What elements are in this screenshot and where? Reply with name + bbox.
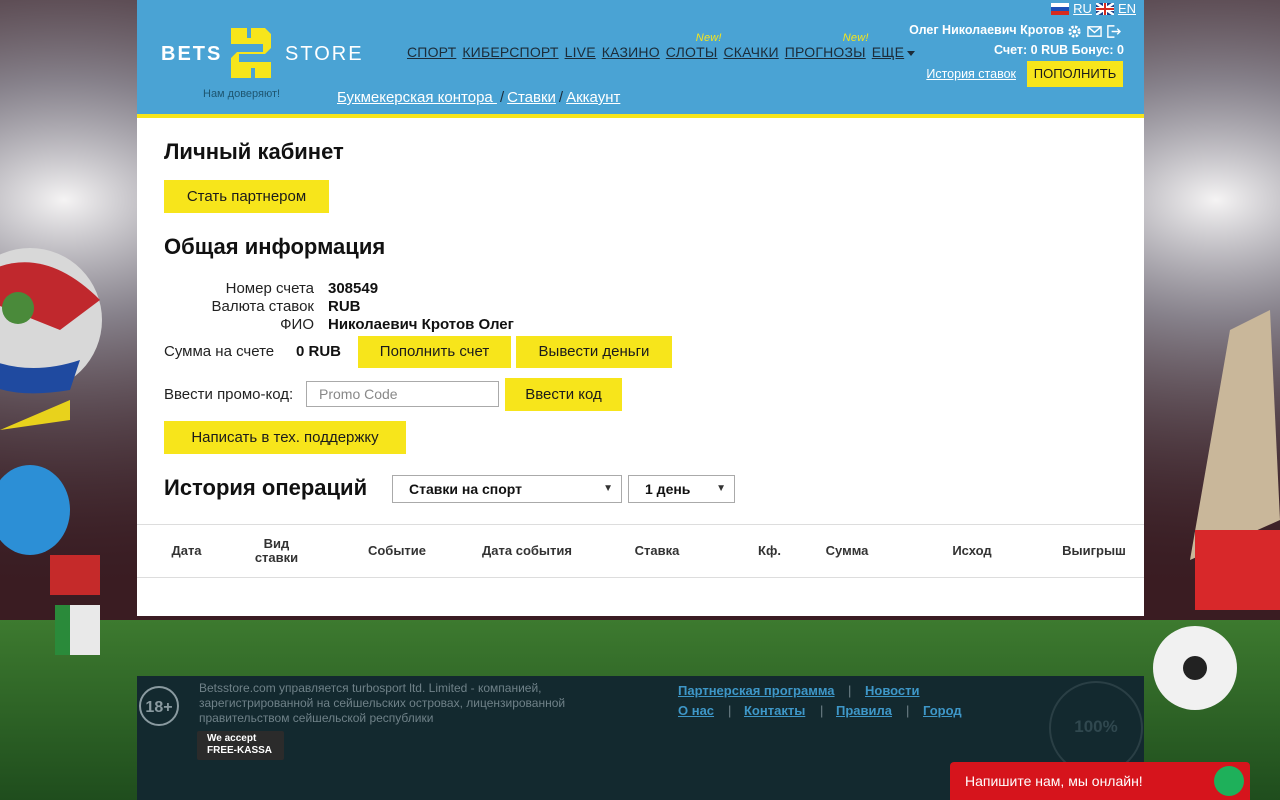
footer-link-news[interactable]: Новости bbox=[865, 683, 920, 698]
certificate-seal-percent: 100% bbox=[1074, 717, 1118, 736]
column-event-date: Дата события bbox=[482, 543, 572, 558]
nav-item-slots[interactable]: СЛОТЫ New! bbox=[666, 32, 722, 64]
live-chat-label: Напишите нам, мы онлайн! bbox=[965, 773, 1143, 789]
account-number-value: 308549 bbox=[328, 280, 379, 297]
currency-value: RUB bbox=[328, 298, 361, 315]
lang-ru-link[interactable]: RU bbox=[1073, 1, 1092, 16]
footer-link-separator: | bbox=[820, 703, 824, 718]
history-period-select[interactable]: 1 день ▼ bbox=[628, 475, 735, 503]
chat-icon bbox=[1214, 766, 1244, 796]
breadcrumb-account[interactable]: Аккаунт bbox=[566, 89, 620, 106]
footer-link-separator: | bbox=[848, 683, 852, 698]
logo-s-icon bbox=[231, 28, 271, 78]
dropdown-arrow-icon: ▼ bbox=[716, 483, 726, 494]
nav-item-sport[interactable]: СПОРТ bbox=[407, 44, 456, 64]
gear-icon[interactable] bbox=[1067, 24, 1082, 39]
header-deposit-button[interactable]: ПОПОЛНИТЬ bbox=[1027, 61, 1123, 87]
column-odds: Кф. bbox=[758, 543, 781, 558]
lang-en-link[interactable]: EN bbox=[1118, 1, 1136, 16]
certificate-seal: 100% bbox=[1049, 681, 1143, 775]
withdraw-button[interactable]: Вывести деньги bbox=[516, 336, 672, 368]
footer-link-city[interactable]: Город bbox=[923, 703, 962, 718]
history-title: История операций bbox=[164, 475, 368, 500]
column-event: Событие bbox=[367, 543, 427, 558]
nav-item-racing[interactable]: СКАЧКИ bbox=[723, 44, 778, 64]
account-panel: Личный кабинет Стать партнером Общая инф… bbox=[137, 118, 1144, 616]
page-title: Личный кабинет bbox=[164, 139, 344, 164]
breadcrumb-bets[interactable]: Ставки bbox=[507, 89, 556, 106]
footer-link-separator: | bbox=[728, 703, 732, 718]
footer-link-about[interactable]: О нас bbox=[678, 703, 714, 718]
logo-tagline: Нам доверяют! bbox=[203, 88, 281, 100]
balance-label: Сумма на счете bbox=[164, 343, 275, 360]
breadcrumb-bookmaker[interactable]: Букмекерская контора bbox=[337, 89, 497, 106]
freekassa-name: FREE-KASSA bbox=[207, 745, 273, 756]
nav-item-casino[interactable]: КАЗИНО bbox=[602, 44, 660, 64]
history-type-select[interactable]: Ставки на спорт ▼ bbox=[392, 475, 622, 503]
breadcrumb-separator: / bbox=[499, 89, 505, 106]
breadcrumb: Букмекерская контора / Ставки / Аккаунт bbox=[337, 89, 620, 106]
flag-ru-icon bbox=[1051, 2, 1070, 15]
footer-link-contacts[interactable]: Контакты bbox=[744, 703, 805, 718]
footer-link-rules[interactable]: Правила bbox=[836, 703, 892, 718]
balance-value: 0 RUB bbox=[296, 343, 342, 360]
age-restriction-badge: 18+ bbox=[139, 686, 179, 726]
dropdown-arrow-icon: ▼ bbox=[603, 483, 613, 494]
user-name: Олег Николаевич Кротов bbox=[909, 23, 1064, 37]
nav-item-esports[interactable]: КИБЕРСПОРТ bbox=[462, 44, 558, 64]
logo-text-store: STORE bbox=[285, 43, 364, 65]
chevron-down-icon bbox=[907, 50, 916, 56]
live-chat-button[interactable]: Напишите нам, мы онлайн! bbox=[950, 762, 1250, 800]
column-winnings: Выигрыш bbox=[1062, 543, 1126, 558]
account-number-label: Номер счета bbox=[225, 280, 314, 297]
header-balance: Счет: 0 RUB Бонус: 0 bbox=[994, 43, 1124, 57]
full-name-label: ФИО bbox=[280, 316, 314, 333]
logo-text-bets: BETS bbox=[161, 43, 223, 65]
freekassa-accept-text: We accept bbox=[207, 733, 257, 744]
freekassa-badge[interactable]: We accept FREE-KASSA bbox=[197, 731, 284, 760]
logout-icon[interactable] bbox=[1106, 24, 1121, 39]
language-switcher: RU EN bbox=[1051, 1, 1136, 16]
footer-legal-text: Betsstore.com управляется turbosport ltd… bbox=[199, 681, 566, 725]
main-nav: СПОРТ КИБЕРСПОРТ LIVE КАЗИНО СЛОТЫ New! С… bbox=[407, 32, 916, 64]
nav-item-predictions[interactable]: ПРОГНОЗЫ New! bbox=[785, 32, 869, 64]
become-partner-button[interactable]: Стать партнером bbox=[164, 180, 329, 213]
full-name-value: Николаевич Кротов Олег bbox=[328, 316, 514, 333]
column-amount: Сумма bbox=[825, 543, 869, 558]
column-date: Дата bbox=[171, 543, 202, 558]
nav-item-more[interactable]: ЕЩЕ bbox=[872, 44, 916, 64]
footer-link-separator: | bbox=[906, 703, 910, 718]
history-type-value: Ставки на спорт bbox=[409, 481, 523, 497]
promo-code-input[interactable] bbox=[306, 381, 499, 407]
new-badge: New! bbox=[842, 32, 869, 44]
column-bet-type: Вид ставки bbox=[254, 536, 299, 565]
new-badge: New! bbox=[695, 32, 722, 44]
site-header: BETS STORE Нам доверяют! СПОРТ КИБЕРСПОР… bbox=[137, 0, 1144, 114]
flag-en-icon bbox=[1095, 2, 1114, 15]
column-outcome: Исход bbox=[952, 543, 992, 558]
history-table-header: Дата Вид ставки Событие Дата события Ста… bbox=[137, 524, 1144, 578]
contact-support-button[interactable]: Написать в тех. поддержку bbox=[164, 421, 406, 454]
footer-link-partner-program[interactable]: Партнерская программа bbox=[678, 683, 835, 698]
promo-code-label: Ввести промо-код: bbox=[164, 386, 294, 403]
apply-promo-button[interactable]: Ввести код bbox=[505, 378, 622, 411]
bet-history-link[interactable]: История ставок bbox=[926, 67, 1016, 81]
breadcrumb-separator: / bbox=[558, 89, 564, 106]
history-period-value: 1 день bbox=[645, 481, 691, 497]
nav-item-live[interactable]: LIVE bbox=[565, 44, 596, 64]
general-info-title: Общая информация bbox=[164, 234, 386, 259]
column-stake: Ставка bbox=[634, 543, 680, 558]
mail-icon[interactable] bbox=[1087, 24, 1102, 39]
currency-label: Валюта ставок bbox=[211, 298, 314, 315]
deposit-account-button[interactable]: Пополнить счет bbox=[358, 336, 511, 368]
